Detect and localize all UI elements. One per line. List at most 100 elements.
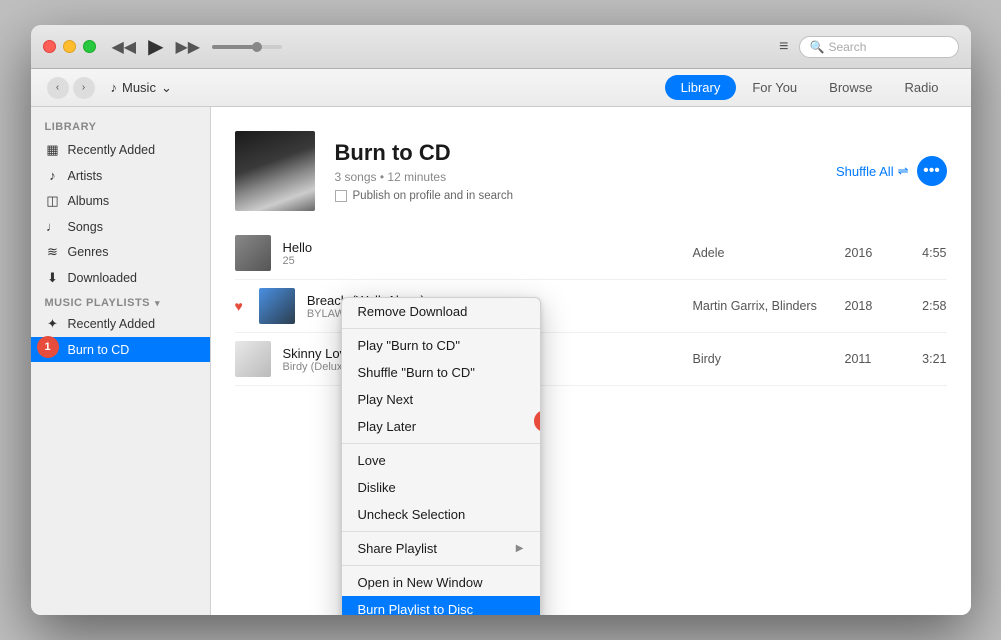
ctx-play-later[interactable]: Play Later [342, 413, 540, 440]
maximize-button[interactable] [83, 40, 96, 53]
nav-tabs: Library For You Browse Radio [665, 75, 955, 100]
ctx-remove-download[interactable]: Remove Download [342, 298, 540, 325]
ctx-divider [342, 328, 540, 329]
content-area: Burn to CD 3 songs • 12 minutes Publish … [211, 107, 971, 615]
badge-2-container: 2 [534, 410, 541, 432]
rewind-button[interactable]: ◀◀ [112, 37, 137, 57]
sidebar-item-label: Recently Added [68, 143, 156, 157]
albums-icon: ◫ [45, 193, 61, 209]
music-label: Music [122, 80, 156, 95]
song-duration: 3:21 [907, 352, 947, 366]
song-row[interactable]: Hello 25 Adele 2016 4:55 [235, 227, 947, 280]
traffic-lights [43, 40, 96, 53]
ctx-love[interactable]: Love [342, 447, 540, 474]
sidebar-item-label: Downloaded [68, 271, 138, 285]
heart-icon: ♥ [235, 298, 243, 314]
song-thumbnail [259, 288, 295, 324]
album-actions: Shuffle All ⇌ ••• [836, 156, 947, 186]
sidebar-item-label: Genres [68, 245, 109, 259]
album-title: Burn to CD [335, 140, 513, 166]
sidebar-item-recently-added[interactable]: ▦ Recently Added [31, 137, 210, 163]
titlebar: ◀◀ ▶ ▶▶ ≡ 🔍 Search [31, 25, 971, 69]
playback-controls: ◀◀ ▶ ▶▶ [112, 34, 283, 59]
ctx-dislike[interactable]: Dislike [342, 474, 540, 501]
song-year: 2016 [845, 246, 895, 260]
main-window: ◀◀ ▶ ▶▶ ≡ 🔍 Search ‹ › ♪ Music ⌄ Library [31, 25, 971, 615]
publish-checkbox[interactable] [335, 190, 347, 202]
ctx-uncheck-selection[interactable]: Uncheck Selection [342, 501, 540, 528]
tab-browse[interactable]: Browse [813, 75, 888, 100]
list-view-icon[interactable]: ≡ [779, 38, 788, 56]
song-year: 2018 [845, 299, 895, 313]
song-duration: 2:58 [907, 299, 947, 313]
grid-icon: ▦ [45, 142, 61, 158]
sidebar-item-albums[interactable]: ◫ Albums [31, 188, 210, 214]
song-subtitle: 25 [283, 255, 681, 267]
sidebar-item-genres[interactable]: ≋ Genres [31, 239, 210, 265]
ctx-burn-playlist[interactable]: Burn Playlist to Disc [342, 596, 540, 615]
song-artist: Birdy [693, 352, 833, 366]
song-thumbnail [235, 341, 271, 377]
ctx-shuffle-playlist[interactable]: Shuffle "Burn to CD" [342, 359, 540, 386]
chevron-down-icon: ⌄ [161, 80, 172, 96]
back-button[interactable]: ‹ [47, 77, 69, 99]
more-options-button[interactable]: ••• [917, 156, 947, 186]
tab-for-you[interactable]: For You [736, 75, 813, 100]
album-art-image [235, 131, 315, 211]
sidebar-item-label: Songs [68, 220, 103, 234]
play-button[interactable]: ▶ [148, 34, 163, 59]
album-art [235, 131, 315, 211]
song-duration: 4:55 [907, 246, 947, 260]
search-placeholder: Search [828, 40, 866, 54]
sidebar-item-label: Albums [68, 194, 110, 208]
titlebar-right: ≡ 🔍 Search [779, 36, 958, 58]
main-area: Library ▦ Recently Added ♪ Artists ◫ Alb… [31, 107, 971, 615]
search-box[interactable]: 🔍 Search [799, 36, 959, 58]
song-artist: Adele [693, 246, 833, 260]
ctx-divider [342, 443, 540, 444]
library-section-title: Library [31, 117, 210, 137]
song-artist: Martin Garrix, Blinders [693, 299, 833, 313]
volume-slider[interactable] [212, 45, 282, 49]
playlists-section-header[interactable]: Music Playlists ▾ [31, 291, 210, 311]
minimize-button[interactable] [63, 40, 76, 53]
ctx-play-playlist[interactable]: Play "Burn to CD" [342, 332, 540, 359]
music-dropdown[interactable]: ♪ Music ⌄ [111, 80, 172, 96]
ctx-divider [342, 565, 540, 566]
ctx-open-new-window[interactable]: Open in New Window [342, 569, 540, 596]
sidebar-item-label: Artists [68, 169, 103, 183]
tab-radio[interactable]: Radio [889, 75, 955, 100]
sidebar-item-songs[interactable]: ♩ Songs [31, 214, 210, 239]
sidebar-item-playlist-recently-added[interactable]: ✦ Recently Added [31, 311, 210, 337]
album-info: Burn to CD 3 songs • 12 minutes Publish … [335, 140, 513, 202]
sidebar-item-label: Recently Added [68, 317, 156, 331]
forward-button[interactable]: › [73, 77, 95, 99]
song-thumbnail [235, 235, 271, 271]
publish-row: Publish on profile and in search [335, 190, 513, 202]
context-menu: Remove Download Play "Burn to CD" Shuffl… [341, 297, 541, 615]
download-icon: ⬇ [45, 270, 61, 286]
album-header: Burn to CD 3 songs • 12 minutes Publish … [211, 107, 971, 227]
ctx-play-next[interactable]: Play Next [342, 386, 540, 413]
album-meta: 3 songs • 12 minutes [335, 170, 513, 184]
ctx-share-playlist[interactable]: Share Playlist ▶ [342, 535, 540, 562]
sidebar: Library ▦ Recently Added ♪ Artists ◫ Alb… [31, 107, 211, 615]
close-button[interactable] [43, 40, 56, 53]
ctx-divider [342, 531, 540, 532]
tab-library[interactable]: Library [665, 75, 737, 100]
song-info: Hello 25 [283, 240, 681, 267]
badge-1: 1 [37, 336, 59, 358]
genres-icon: ≋ [45, 244, 61, 260]
toolbar: ‹ › ♪ Music ⌄ Library For You Browse Rad… [31, 69, 971, 107]
sidebar-item-label: Burn to CD [68, 343, 130, 357]
song-title: Hello [283, 240, 681, 255]
music-note-icon: ♪ [111, 80, 118, 95]
shuffle-all-button[interactable]: Shuffle All ⇌ [836, 163, 909, 179]
playlists-section-title: Music Playlists [45, 297, 151, 309]
fast-forward-button[interactable]: ▶▶ [176, 37, 201, 57]
sidebar-item-downloaded[interactable]: ⬇ Downloaded [31, 265, 210, 291]
shuffle-icon: ⇌ [898, 163, 909, 179]
chevron-down-icon: ▾ [155, 298, 160, 309]
sidebar-item-artists[interactable]: ♪ Artists [31, 163, 210, 188]
nav-buttons: ‹ › [47, 77, 95, 99]
